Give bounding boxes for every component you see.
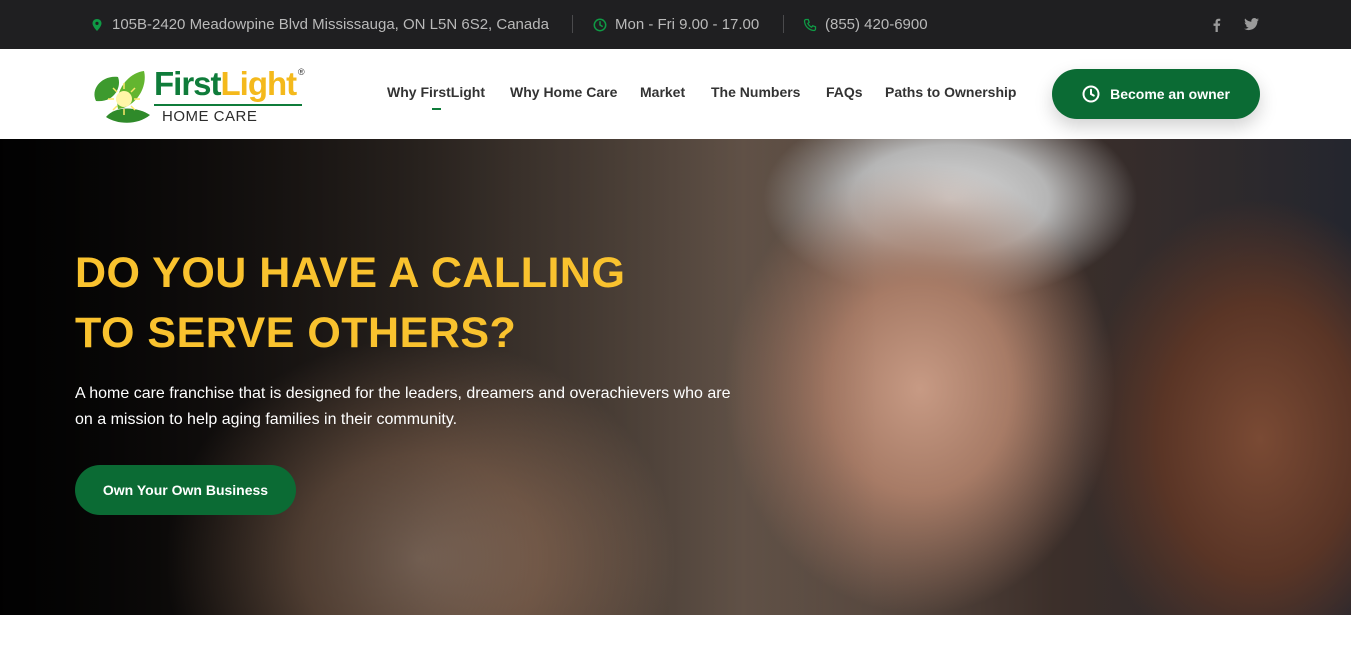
hero-section: DO YOU HAVE A CALLING TO SERVE OTHERS? A… — [0, 139, 1351, 615]
page-content-start — [0, 615, 1351, 648]
facebook-link[interactable] — [1212, 0, 1221, 49]
clock-icon — [1082, 85, 1100, 103]
facebook-icon — [1213, 18, 1221, 32]
divider — [783, 15, 784, 33]
nav-the-numbers[interactable]: The Numbers — [711, 84, 800, 100]
phone-info[interactable]: (855) 420-6900 — [803, 0, 928, 49]
site-header: FirstLight ® HOME CARE Why FirstLight Wh… — [0, 49, 1351, 139]
hero-heading: DO YOU HAVE A CALLING TO SERVE OTHERS? — [75, 243, 695, 363]
logo-light: Light — [220, 65, 298, 102]
twitter-link[interactable] — [1244, 0, 1259, 49]
nav-market[interactable]: Market — [640, 84, 685, 100]
hero-description-line-2: on a mission to help aging families in t… — [75, 411, 458, 428]
hero-photo-overlay — [0, 139, 1351, 615]
own-your-business-button[interactable]: Own Your Own Business — [75, 465, 296, 515]
leaf-sun-icon — [94, 71, 150, 123]
nav-why-home-care[interactable]: Why Home Care — [510, 84, 617, 100]
nav-active-indicator — [432, 108, 441, 110]
clock-icon — [593, 18, 607, 31]
logo-first: First — [154, 65, 222, 102]
address-info: 105B-2420 Meadowpine Blvd Mississauga, O… — [90, 0, 549, 49]
logo-wordmark: FirstLight — [154, 65, 298, 103]
logo-underline — [154, 104, 302, 106]
logo-subtitle: HOME CARE — [162, 108, 258, 125]
divider — [572, 15, 573, 33]
nav-why-firstlight[interactable]: Why FirstLight — [387, 84, 485, 100]
map-pin-icon — [92, 18, 102, 31]
become-owner-button[interactable]: Become an owner — [1052, 69, 1260, 119]
registered-mark: ® — [298, 67, 305, 77]
hours-info: Mon - Fri 9.00 - 17.00 — [593, 0, 759, 49]
firstlight-logo[interactable]: FirstLight ® HOME CARE — [88, 61, 313, 127]
phone-text[interactable]: (855) 420-6900 — [825, 16, 928, 33]
twitter-icon — [1244, 18, 1259, 31]
address-text: 105B-2420 Meadowpine Blvd Mississauga, O… — [112, 16, 549, 33]
top-info-bar: 105B-2420 Meadowpine Blvd Mississauga, O… — [0, 0, 1351, 49]
nav-paths-to-ownership[interactable]: Paths to Ownership — [885, 84, 1016, 100]
nav-faqs[interactable]: FAQs — [826, 84, 863, 100]
hero-heading-line-2: TO SERVE OTHERS? — [75, 309, 517, 357]
become-owner-label: Become an owner — [1110, 86, 1230, 102]
hero-heading-line-1: DO YOU HAVE A CALLING — [75, 249, 626, 297]
hero-description: A home care franchise that is designed f… — [75, 381, 775, 433]
hours-text: Mon - Fri 9.00 - 17.00 — [615, 16, 760, 33]
phone-icon — [803, 18, 817, 31]
hero-description-line-1: A home care franchise that is designed f… — [75, 385, 731, 402]
